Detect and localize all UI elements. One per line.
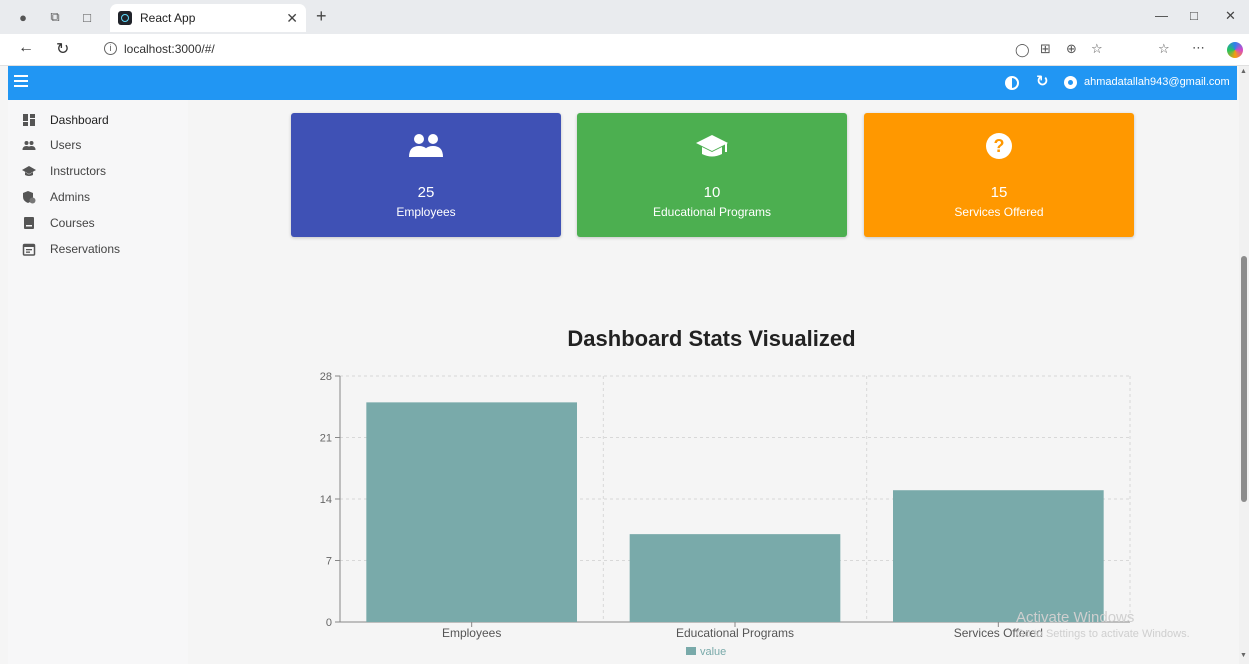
sidebar-item-instructors[interactable]: Instructors (22, 161, 106, 181)
x-tick-label: Educational Programs (676, 626, 794, 640)
help-icon: ? (986, 133, 1012, 159)
tab-title: React App (140, 11, 196, 25)
people-icon (409, 134, 443, 157)
bar-services-offered (893, 490, 1104, 622)
sidebar-item-label: Reservations (50, 242, 121, 256)
copilot-icon[interactable] (1227, 42, 1243, 58)
key-icon[interactable]: ◯ (1015, 42, 1030, 58)
scroll-down-icon[interactable]: ▼ (1240, 652, 1247, 659)
stat-label: Educational Programs (652, 205, 772, 219)
react-favicon-icon (118, 11, 132, 25)
stat-label: Employees (396, 205, 456, 219)
sidebar-item-dashboard[interactable]: Dashboard (22, 110, 109, 130)
bar-employees (366, 402, 577, 622)
menu-icon[interactable] (14, 75, 28, 87)
minimize-icon[interactable]: — (1155, 8, 1168, 23)
restore-icon[interactable]: □ (1190, 8, 1198, 23)
x-tick-label: Employees (442, 626, 501, 640)
sidebar-item-label: Users (50, 138, 82, 152)
sidebar-item-courses[interactable]: Courses (22, 213, 95, 233)
theme-toggle-icon[interactable] (1005, 76, 1019, 90)
sidebar-item-label: Instructors (50, 164, 107, 178)
close-tab-icon[interactable]: ✕ (286, 10, 298, 27)
y-tick-label: 28 (320, 371, 332, 383)
sidebar-item-users[interactable]: Users (22, 135, 81, 155)
refresh-icon[interactable]: ↻ (1036, 72, 1049, 90)
calendar-icon (22, 243, 36, 256)
stat-card-educational-programs[interactable]: 10 Educational Programs (577, 113, 847, 237)
activation-watermark-text: Go to Settings to activate Windows. (1016, 628, 1190, 640)
close-window-icon[interactable]: ✕ (1225, 8, 1236, 24)
bar-educational-programs (629, 534, 841, 622)
favorite-star-icon[interactable]: ☆ (1091, 41, 1103, 57)
url-text[interactable]: localhost:3000/#/ (124, 42, 215, 56)
reload-icon[interactable]: ↻ (56, 39, 69, 59)
scrollbar-thumb[interactable] (1241, 256, 1247, 502)
stat-card-services-offered[interactable]: ? 15 Services Offered (864, 113, 1134, 237)
school-icon (22, 166, 36, 176)
y-tick-label: 7 (326, 556, 332, 568)
app-available-icon[interactable]: ⊞ (1040, 41, 1051, 57)
tab-actions-icon[interactable]: □ (78, 8, 96, 26)
account-icon[interactable] (1064, 76, 1077, 89)
app-header: ↻ ahmadatallah943@gmail.com (8, 66, 1237, 100)
scroll-up-icon[interactable]: ▲ (1240, 68, 1247, 75)
sidebar-item-label: Courses (50, 216, 95, 230)
browser-tab[interactable]: React App ✕ (110, 4, 306, 32)
stat-label: Services Offered (954, 205, 1044, 219)
sidebar-item-label: Admins (50, 190, 91, 204)
site-info-icon[interactable]: i (104, 42, 117, 55)
profile-icon[interactable]: ● (14, 8, 32, 26)
zoom-icon[interactable]: ⊕ (1066, 41, 1077, 57)
user-email[interactable]: ahmadatallah943@gmail.com (1084, 76, 1230, 88)
svg-text:?: ? (994, 136, 1005, 156)
admin-icon (23, 191, 36, 204)
y-tick-label: 0 (326, 617, 332, 629)
stat-card-employees[interactable]: 25 Employees (291, 113, 561, 237)
legend-swatch (686, 647, 696, 655)
sidebar-item-admins[interactable]: Admins (22, 187, 90, 207)
stat-value: 25 (417, 184, 435, 201)
bar-chart: 07142128Employees Educational Programs Ser… (320, 371, 1131, 658)
stat-value: 10 (703, 184, 721, 201)
legend-label: value (700, 646, 726, 658)
people-icon (22, 141, 36, 150)
stat-value: 15 (990, 184, 1008, 201)
new-tab-icon[interactable]: + (316, 6, 327, 27)
back-icon[interactable]: ← (18, 39, 34, 57)
chart-title: Dashboard Stats Visualized (567, 326, 856, 351)
sidebar-item-label: Dashboard (50, 113, 109, 127)
sidebar-item-reservations[interactable]: Reservations (22, 239, 120, 259)
sidebar: Dashboard Users Instructors Admins Cours… (8, 100, 188, 664)
activation-watermark-title: Activate Windows (1016, 609, 1135, 626)
book-icon (24, 217, 34, 229)
more-menu-icon[interactable]: ⋯ (1192, 40, 1205, 56)
school-icon (696, 135, 728, 157)
y-tick-label: 21 (320, 433, 332, 445)
y-tick-label: 14 (320, 494, 332, 506)
favorites-list-icon[interactable]: ☆ (1158, 41, 1170, 57)
dashboard-icon (23, 114, 35, 126)
workspaces-icon[interactable]: ⧉ (46, 8, 64, 26)
